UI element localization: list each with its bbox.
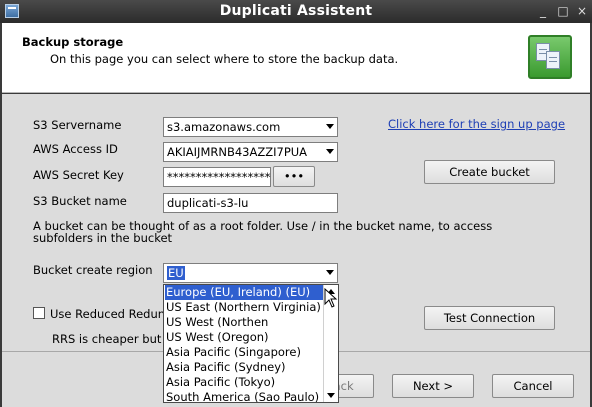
bucket-name-label: S3 Bucket name [33, 194, 127, 208]
region-option[interactable]: Asia Pacific (Singapore) [165, 345, 323, 360]
bucket-region-combo[interactable]: EU [163, 263, 338, 283]
minimize-button[interactable]: _ [536, 3, 550, 19]
create-bucket-button[interactable]: Create bucket [424, 160, 555, 184]
page-description: On this page you can select where to sto… [50, 52, 399, 66]
page-title: Backup storage [22, 35, 124, 49]
region-option[interactable]: Europe (EU, Ireland) (EU) [165, 285, 323, 300]
access-id-combo[interactable]: AKIAIJMRNB43AZZI7PUA [163, 142, 338, 162]
servername-value: s3.amazonaws.com [167, 120, 281, 134]
bucket-name-value: duplicati-s3-lu [167, 196, 249, 210]
bucket-region-value: EU [167, 266, 185, 280]
chevron-down-icon [326, 124, 334, 129]
reveal-secret-button[interactable]: ••• [273, 166, 315, 187]
next-button[interactable]: Next > [392, 374, 474, 398]
rrs-label: Use Reduced Redun [50, 307, 166, 321]
chevron-down-icon [326, 149, 334, 154]
servername-combo[interactable]: s3.amazonaws.com [163, 117, 338, 137]
signup-link[interactable]: Click here for the sign up page [388, 117, 565, 131]
test-connection-button[interactable]: Test Connection [424, 306, 555, 330]
region-option[interactable]: US East (Northern Virginia) [165, 300, 323, 315]
window-title: Duplicati Assistent [219, 3, 373, 19]
rrs-checkbox[interactable] [33, 307, 45, 319]
cancel-button[interactable]: Cancel [492, 374, 574, 398]
bucket-hint: A bucket can be thought of as a root fol… [33, 219, 493, 245]
servername-label: S3 Servername [33, 118, 122, 132]
chevron-down-icon [326, 270, 334, 275]
secret-key-field[interactable]: ****************** [163, 167, 271, 187]
region-option[interactable]: Asia Pacific (Sydney) [165, 360, 323, 375]
rrs-hint: RRS is cheaper but [52, 332, 162, 346]
region-option[interactable]: South America (Sao Paulo) [165, 390, 323, 402]
maximize-button[interactable]: □ [556, 3, 570, 19]
secret-key-value: ****************** [167, 170, 271, 184]
region-option[interactable]: Asia Pacific (Tokyo) [165, 375, 323, 390]
access-id-label: AWS Access ID [33, 142, 118, 156]
close-button[interactable]: × [575, 3, 589, 19]
storage-documents-icon [528, 35, 572, 79]
bucket-region-label: Bucket create region [33, 263, 153, 277]
scroll-down-icon[interactable] [327, 393, 335, 398]
region-option[interactable]: US West (Northen [165, 315, 323, 330]
mouse-cursor-icon [324, 288, 338, 308]
page-header: Backup storage On this page you can sele… [2, 23, 590, 93]
access-id-value: AKIAIJMRNB43AZZI7PUA [167, 145, 308, 159]
region-option[interactable]: US West (Oregon) [165, 330, 323, 345]
region-dropdown-list[interactable]: Europe (EU, Ireland) (EU) US East (North… [163, 284, 339, 403]
secret-key-label: AWS Secret Key [33, 168, 124, 182]
bucket-name-field[interactable]: duplicati-s3-lu [163, 193, 338, 213]
title-bar: Duplicati Assistent _ □ × [0, 0, 592, 23]
